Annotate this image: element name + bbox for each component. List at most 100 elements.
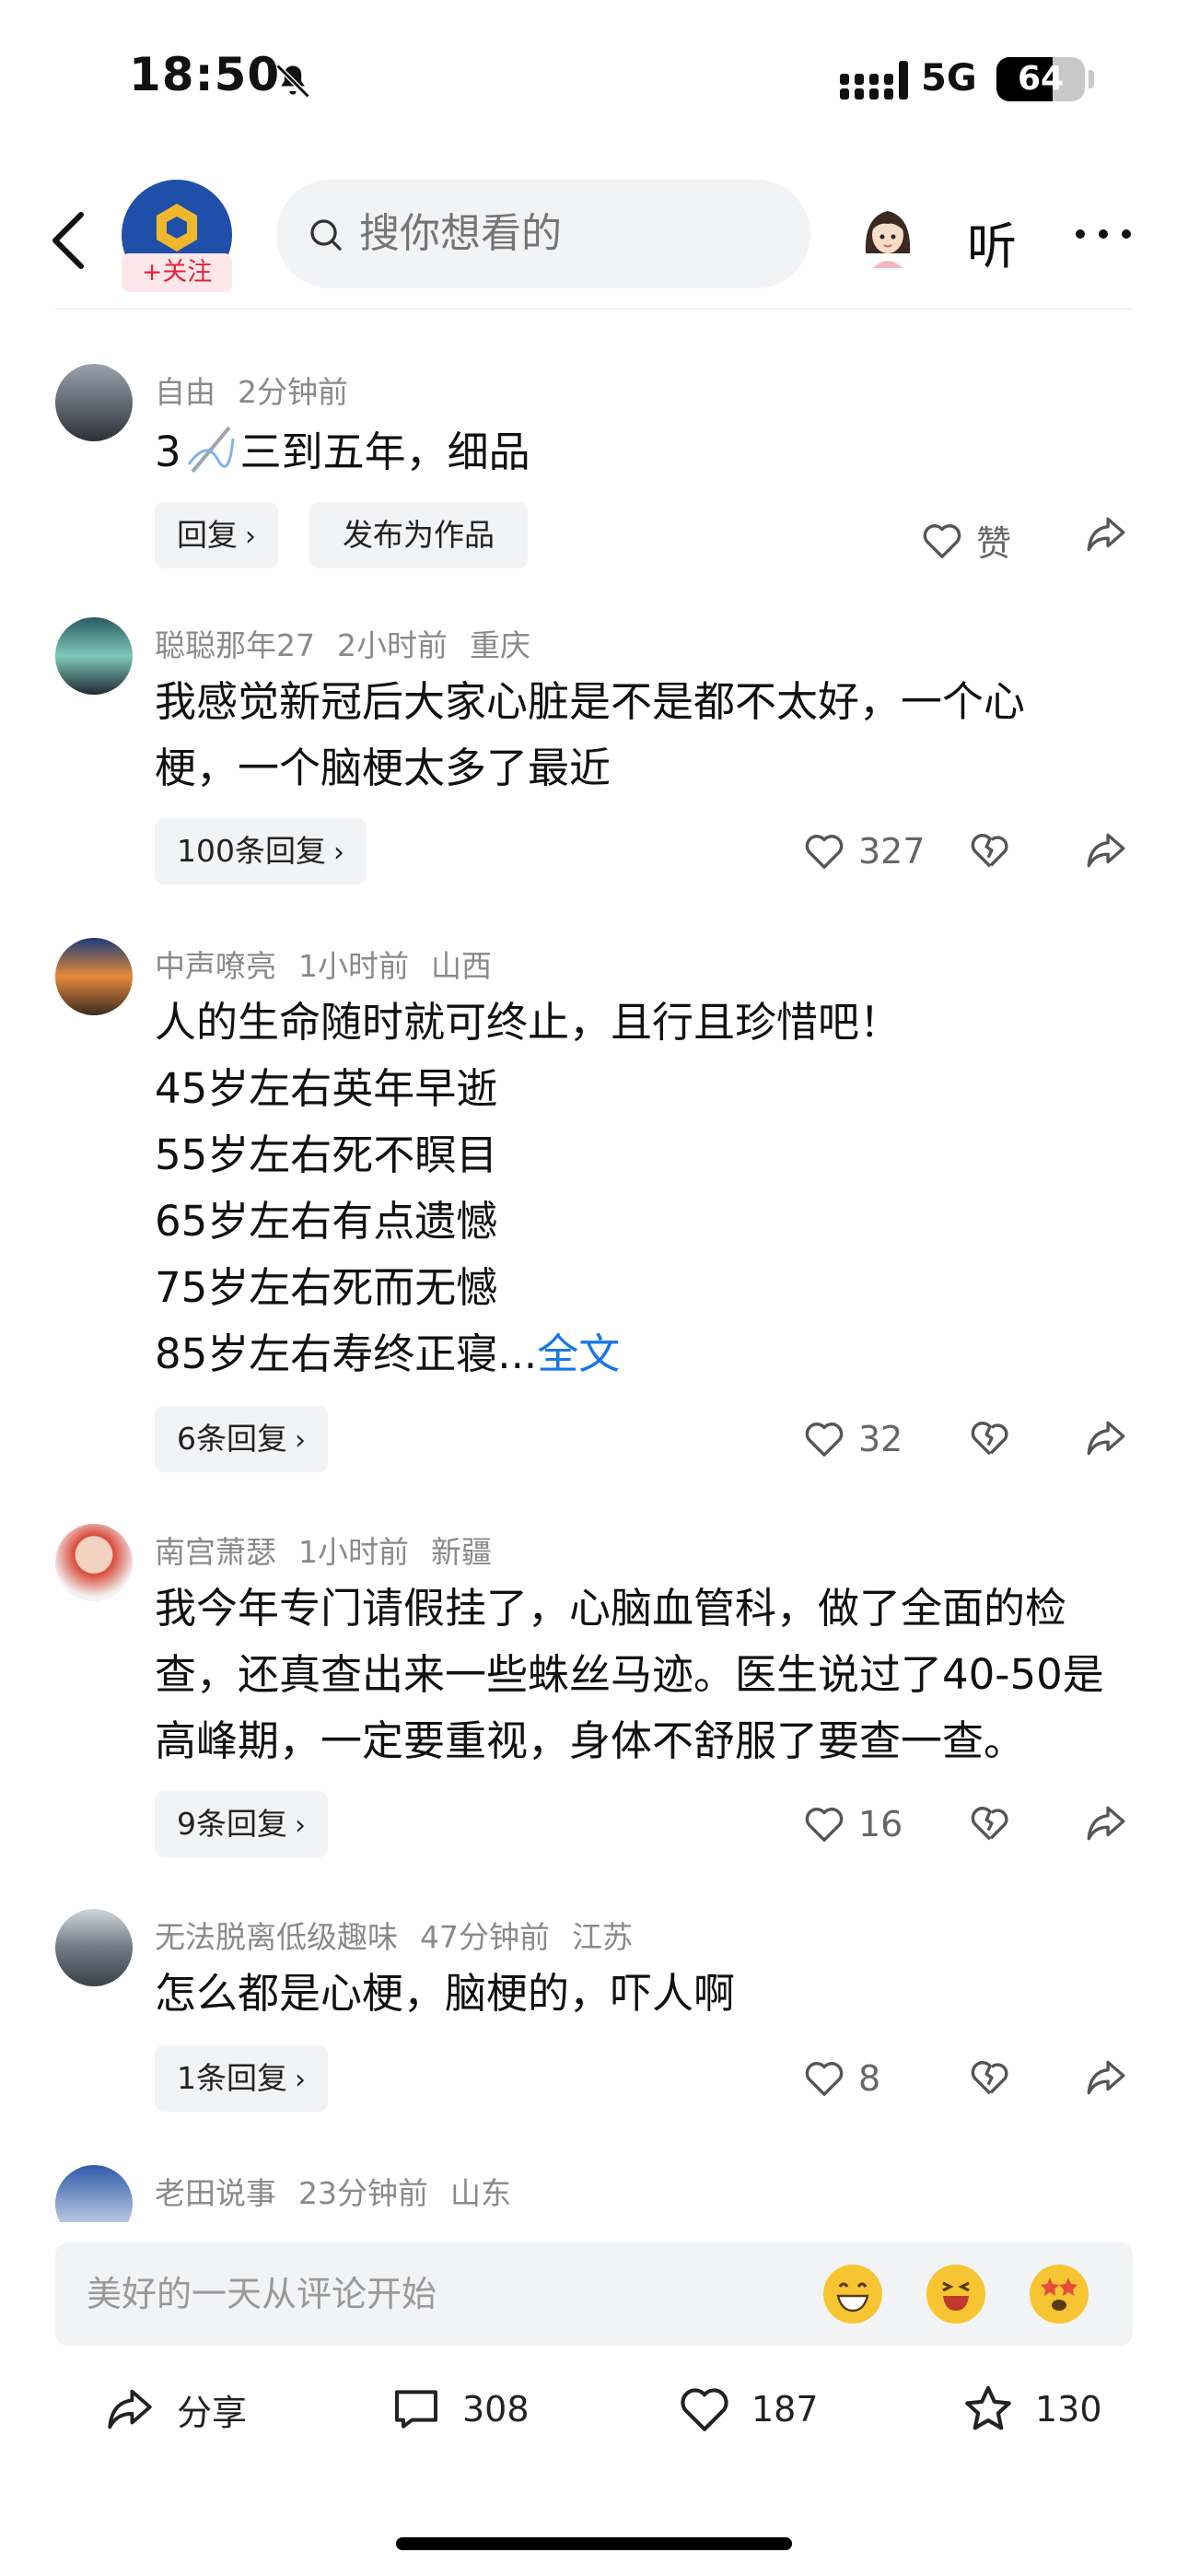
comment-meta: 南宫萧瑟 1小时前 新疆 xyxy=(155,1528,514,1572)
replies-count-label: 9条回复 xyxy=(177,1806,287,1842)
comments-count: 308 xyxy=(462,2389,530,2430)
comment-location: 新疆 xyxy=(431,1534,492,1570)
reply-button[interactable]: 回复 › xyxy=(155,502,278,568)
status-bar: 18:50 5G 64 xyxy=(0,0,1188,138)
comment-location: 山东 xyxy=(450,2175,511,2211)
comment-input-bar[interactable]: 美好的一天从评论开始 xyxy=(55,2242,1133,2346)
expand-full-text-link[interactable]: 全文 xyxy=(537,1329,620,1378)
grin-emoji-face xyxy=(836,2282,869,2313)
battery-level: 64 xyxy=(1017,60,1065,98)
like-label: 赞 xyxy=(976,523,1012,564)
comment-line: 85岁左右寿终正寝... xyxy=(155,1329,538,1378)
heart-outline-icon xyxy=(805,2062,844,2096)
commenter-avatar[interactable] xyxy=(55,1524,133,1601)
replies-button[interactable]: 1条回复 › xyxy=(155,2045,328,2112)
heart-outline-icon xyxy=(681,2388,728,2431)
commenter-avatar[interactable] xyxy=(55,938,133,1015)
star-eyes-emoji-icon[interactable] xyxy=(1030,2265,1089,2324)
like-button[interactable]: 赞 xyxy=(921,515,1011,566)
comment-text: 怎么都是心梗，脑梗的，吓人啊 xyxy=(155,1969,736,2018)
favorites-count: 130 xyxy=(1035,2389,1102,2430)
comment-meta: 无法脱离低级趣味 47分钟前 江苏 xyxy=(155,1913,655,1957)
more-options-icon[interactable] xyxy=(1074,228,1133,240)
heart-outline-icon xyxy=(805,1423,844,1457)
broken-heart-icon[interactable] xyxy=(969,2058,1011,2097)
listen-button[interactable]: 听 xyxy=(967,205,1017,278)
chevron-right-icon: › xyxy=(295,1809,306,1842)
like-button[interactable]: 327 xyxy=(803,831,926,872)
comment-meta: 自由 2分钟前 xyxy=(155,368,370,412)
publish-as-work-button[interactable]: 发布为作品 xyxy=(309,502,528,568)
bottom-action-bar: 分享 308 187 130 xyxy=(0,2359,1188,2460)
search-input[interactable] xyxy=(359,180,783,288)
like-count: 8 xyxy=(858,2058,881,2099)
comment-location: 江苏 xyxy=(572,1919,633,1955)
comment-time: 23分钟前 xyxy=(298,2175,428,2211)
replies-count-label: 6条回复 xyxy=(177,1421,287,1457)
star-eyes-emoji-face xyxy=(1041,2277,1077,2311)
broken-heart-icon[interactable] xyxy=(969,831,1011,870)
commenter-avatar[interactable] xyxy=(55,364,133,441)
laugh-emoji-icon[interactable] xyxy=(926,2265,985,2324)
needle-thread-emoji-icon xyxy=(187,426,235,474)
commenter-avatar[interactable] xyxy=(55,2165,133,2222)
avatar-girl-icon xyxy=(865,211,911,268)
comment-text-prefix: 3 xyxy=(155,427,181,476)
nav-divider xyxy=(55,308,1133,310)
commenter-name[interactable]: 老田说事 xyxy=(155,2175,276,2211)
heart-outline-icon xyxy=(923,523,961,558)
home-indicator[interactable] xyxy=(396,2537,792,2550)
comment-line: 65岁左右有点遗憾 xyxy=(155,1197,498,1246)
likes-count: 187 xyxy=(751,2389,819,2430)
share-icon[interactable] xyxy=(1083,511,1129,557)
comment-item: 老田说事 23分钟前 山东 xyxy=(0,2165,1188,2222)
star-outline-icon xyxy=(965,2385,1011,2430)
like-button[interactable]: 32 xyxy=(803,1419,903,1459)
chevron-right-icon: › xyxy=(295,2064,306,2096)
chevron-right-icon: › xyxy=(295,1424,306,1457)
grin-emoji-icon[interactable] xyxy=(823,2265,882,2324)
comment-text: 人的生命随时就可终止，且行且珍惜吧！ 45岁左右英年早逝 55岁左右死不瞑目 6… xyxy=(155,989,1149,1388)
like-action[interactable]: 187 xyxy=(678,2359,819,2460)
share-icon[interactable] xyxy=(1083,827,1129,873)
share-icon xyxy=(108,2389,152,2430)
comment-time: 1小时前 xyxy=(298,948,409,984)
battery-tip xyxy=(1089,70,1094,88)
share-label: 分享 xyxy=(177,2392,248,2433)
commenter-name[interactable]: 自由 xyxy=(155,374,215,410)
comment-input-placeholder[interactable]: 美好的一天从评论开始 xyxy=(87,2242,437,2346)
comment-line: 45岁左右英年早逝 xyxy=(155,1064,498,1113)
follow-button[interactable]: +关注 xyxy=(122,253,232,292)
back-arrow-icon[interactable] xyxy=(48,209,88,272)
like-button[interactable]: 8 xyxy=(803,2058,880,2099)
commenter-name[interactable]: 南宫萧瑟 xyxy=(155,1534,276,1570)
comment-time: 47分钟前 xyxy=(420,1919,550,1955)
top-nav-bar: +关注 听 xyxy=(0,170,1188,309)
search-bar[interactable] xyxy=(276,180,810,288)
commenter-name[interactable]: 中声嘹亮 xyxy=(155,948,276,984)
commenter-avatar[interactable] xyxy=(55,1909,133,1986)
favorite-action[interactable]: 130 xyxy=(961,2359,1102,2460)
commenter-avatar[interactable] xyxy=(55,617,133,695)
replies-button[interactable]: 9条回复 › xyxy=(155,1791,328,1857)
replies-count-label: 100条回复 xyxy=(177,833,326,869)
share-icon[interactable] xyxy=(1083,2055,1129,2101)
chevron-right-icon: › xyxy=(333,837,344,869)
replies-count-label: 1条回复 xyxy=(177,2060,287,2096)
comment-meta: 老田说事 23分钟前 山东 xyxy=(155,2169,533,2213)
share-icon[interactable] xyxy=(1083,1415,1129,1461)
replies-button[interactable]: 6条回复 › xyxy=(155,1406,328,1472)
commenter-name[interactable]: 聪聪那年27 xyxy=(155,627,315,663)
broken-heart-icon[interactable] xyxy=(969,1804,1011,1843)
share-action[interactable]: 分享 xyxy=(103,2359,247,2460)
comments-action[interactable]: 308 xyxy=(390,2359,530,2460)
comment-line: 人的生命随时就可终止，且行且珍惜吧！ xyxy=(155,998,902,1047)
share-icon[interactable] xyxy=(1083,1800,1129,1846)
replies-button[interactable]: 100条回复 › xyxy=(155,818,367,884)
user-avatar[interactable] xyxy=(853,198,923,268)
broken-heart-icon[interactable] xyxy=(969,1419,1011,1458)
commenter-name[interactable]: 无法脱离低级趣味 xyxy=(155,1919,398,1955)
reply-label: 回复 xyxy=(177,517,238,553)
like-count: 32 xyxy=(858,1419,903,1459)
like-button[interactable]: 16 xyxy=(803,1804,903,1844)
